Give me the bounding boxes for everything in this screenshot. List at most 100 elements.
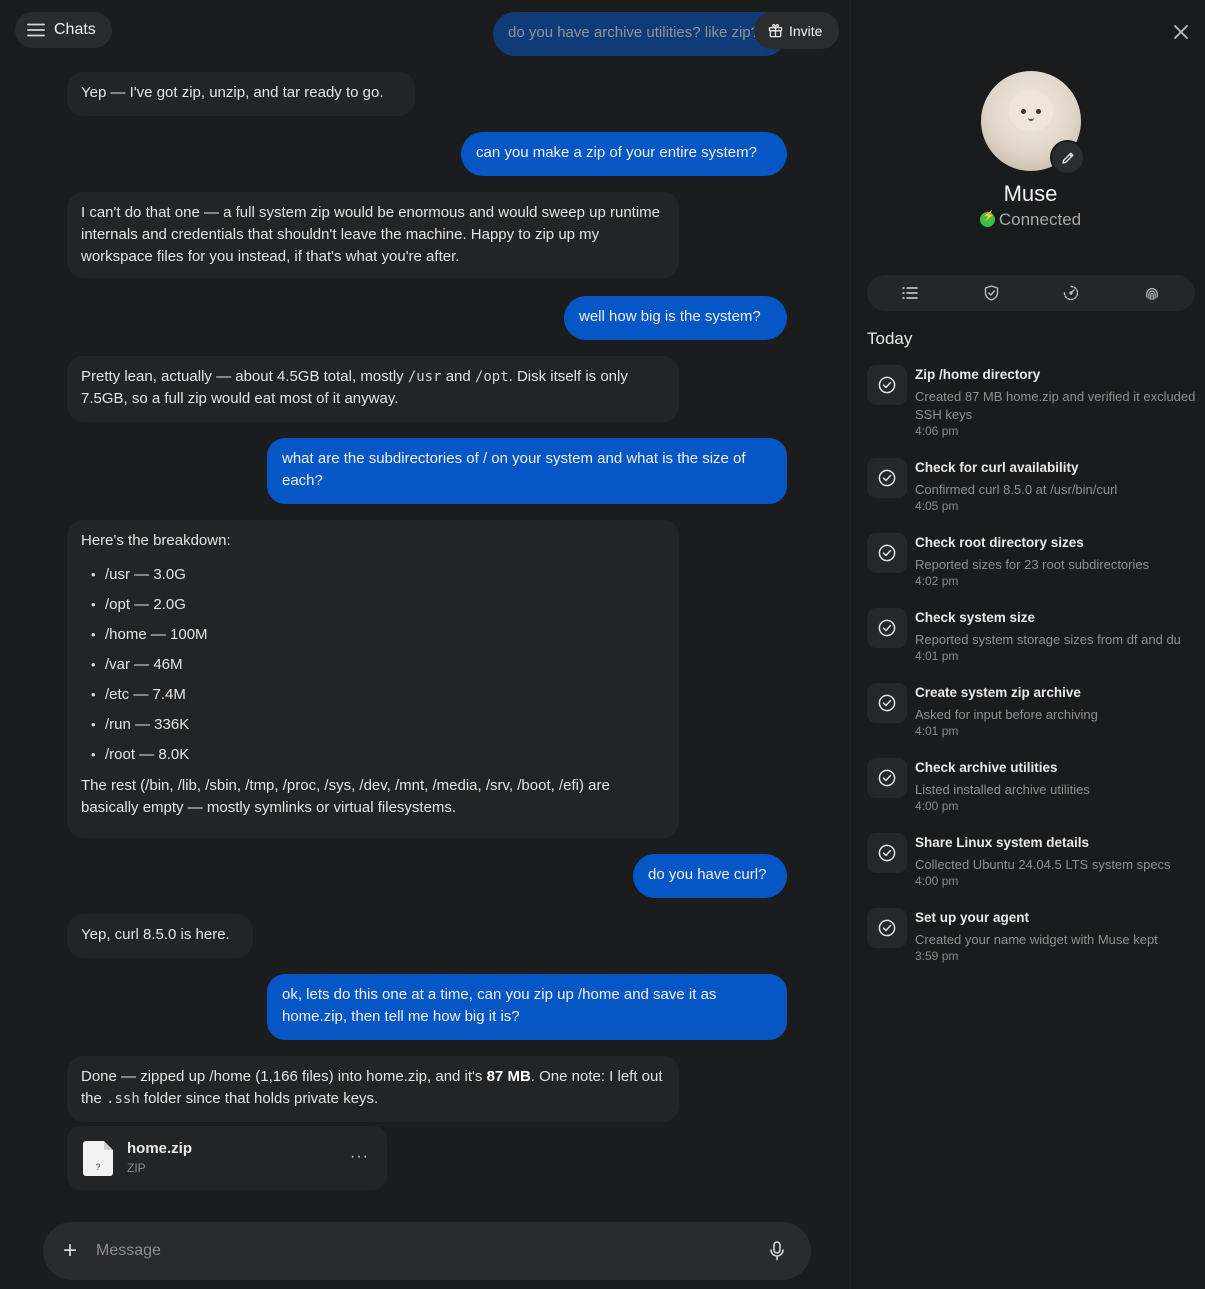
activity-item[interactable]: Set up your agent Created your name widge… bbox=[867, 908, 1203, 978]
assistant-message: Pretty lean, actually — about 4.5GB tota… bbox=[67, 356, 679, 422]
file-type: ZIP bbox=[127, 1161, 146, 1175]
activity-time: 3:59 pm bbox=[915, 949, 959, 963]
avatar-eye bbox=[1036, 109, 1041, 114]
activity-item[interactable]: Zip /home directory Created 87 MB home.zi… bbox=[867, 365, 1203, 438]
message-text: Pretty lean, actually — about 4.5GB tota… bbox=[81, 368, 408, 385]
activity-time: 4:02 pm bbox=[915, 574, 959, 588]
agent-name: Muse bbox=[1003, 181, 1058, 206]
user-message: do you have curl? bbox=[633, 854, 787, 898]
activity-subtitle: Collected Ubuntu 24.04.5 LTS system spec… bbox=[915, 857, 1171, 872]
list-icon bbox=[902, 287, 918, 299]
activity-title: Check root directory sizes bbox=[915, 535, 1084, 550]
edit-avatar-button[interactable] bbox=[1050, 140, 1085, 175]
tab-activity[interactable] bbox=[901, 284, 919, 302]
chats-menu-button[interactable]: Chats bbox=[15, 12, 112, 48]
list-item: /home — 100M bbox=[81, 620, 665, 650]
section-title: Today bbox=[867, 329, 913, 348]
check-circle-icon bbox=[867, 458, 907, 498]
file-icon: ? bbox=[83, 1141, 113, 1176]
size-list: /usr — 3.0G /opt — 2.0G /home — 100M /va… bbox=[81, 560, 665, 770]
inline-code: .ssh bbox=[106, 1091, 140, 1107]
activity-title: Zip /home directory bbox=[915, 367, 1041, 382]
activity-subtitle: Created 87 MB home.zip and verified it e… bbox=[915, 389, 1196, 422]
activity-subtitle: Created your name widget with Muse kept bbox=[915, 932, 1158, 947]
menu-icon bbox=[27, 23, 45, 37]
fingerprint-icon bbox=[1146, 287, 1158, 301]
assistant-message: Here's the breakdown: /usr — 3.0G /opt —… bbox=[67, 520, 679, 838]
assistant-message: I can't do that one — a full system zip … bbox=[67, 192, 679, 278]
activity-time: 4:00 pm bbox=[915, 874, 959, 888]
message-intro: Here's the breakdown: bbox=[81, 532, 231, 549]
user-message: ok, lets do this one at a time, can you … bbox=[267, 974, 787, 1040]
list-item: /root — 8.0K bbox=[81, 740, 665, 770]
invite-label: Invite bbox=[789, 22, 823, 39]
activity-subtitle: Reported system storage sizes from df an… bbox=[915, 632, 1181, 647]
user-message: can you make a zip of your entire system… bbox=[461, 132, 787, 176]
activity-time: 4:01 pm bbox=[915, 649, 959, 663]
list-item: /etc — 7.4M bbox=[81, 680, 665, 710]
tab-identity[interactable] bbox=[1143, 284, 1161, 302]
chats-label: Chats bbox=[54, 21, 96, 38]
close-icon[interactable] bbox=[1171, 22, 1191, 42]
activity-item[interactable]: Share Linux system details Collected Ubun… bbox=[867, 833, 1203, 903]
user-message: what are the subdirectories of / on your… bbox=[267, 438, 787, 504]
assistant-message: Done — zipped up /home (1,166 files) int… bbox=[67, 1056, 679, 1122]
pencil-icon bbox=[1061, 152, 1073, 164]
agent-panel: Muse Connected Today Zip /home directory… bbox=[851, 0, 1205, 1289]
user-message: well how big is the system? bbox=[564, 296, 787, 340]
activity-item[interactable]: Create system zip archive Asked for input… bbox=[867, 683, 1203, 753]
status-label: Connected bbox=[998, 210, 1082, 229]
list-item: /var — 46M bbox=[81, 650, 665, 680]
avatar-face bbox=[1009, 91, 1053, 131]
microphone-icon[interactable] bbox=[769, 1241, 785, 1261]
activity-time: 4:05 pm bbox=[915, 499, 959, 513]
activity-title: Check system size bbox=[915, 610, 1036, 625]
activity-subtitle: Listed installed archive utilities bbox=[915, 782, 1090, 797]
activity-title: Check for curl availability bbox=[915, 460, 1079, 475]
activity-item[interactable]: Check system size Reported system storage… bbox=[867, 608, 1203, 678]
check-circle-icon bbox=[867, 908, 907, 948]
invite-button[interactable]: Invite bbox=[754, 12, 839, 49]
connected-icon bbox=[979, 211, 995, 227]
list-item: /opt — 2.0G bbox=[81, 590, 665, 620]
check-circle-icon bbox=[867, 833, 907, 873]
activity-item[interactable]: Check archive utilities Listed installed … bbox=[867, 758, 1203, 828]
check-circle-icon bbox=[867, 365, 907, 405]
tab-security[interactable] bbox=[982, 284, 1000, 302]
add-attachment-button[interactable]: + bbox=[63, 1237, 77, 1265]
message-input[interactable] bbox=[96, 1236, 736, 1266]
connection-status: Connected bbox=[851, 210, 1205, 230]
file-name: home.zip bbox=[127, 1140, 193, 1157]
activity-title: Set up your agent bbox=[915, 910, 1030, 925]
message-composer: + bbox=[43, 1222, 811, 1280]
assistant-message: Yep, curl 8.5.0 is here. bbox=[67, 914, 253, 958]
activity-title: Create system zip archive bbox=[915, 685, 1081, 700]
check-circle-icon bbox=[867, 683, 907, 723]
gauge-icon bbox=[1063, 285, 1079, 301]
message-text: and bbox=[441, 368, 475, 385]
list-item: /run — 336K bbox=[81, 710, 665, 740]
more-options-icon[interactable]: ··· bbox=[350, 1148, 369, 1166]
inline-code: /opt bbox=[474, 369, 509, 385]
message-outro: The rest (/bin, /lib, /sbin, /tmp, /proc… bbox=[81, 777, 610, 816]
activity-time: 4:00 pm bbox=[915, 799, 959, 813]
activity-subtitle: Asked for input before archiving bbox=[915, 707, 1098, 722]
activity-item[interactable]: Check root directory sizes Reported sizes… bbox=[867, 533, 1203, 603]
assistant-message: Yep — I've got zip, unzip, and tar ready… bbox=[67, 72, 415, 116]
check-circle-icon bbox=[867, 758, 907, 798]
check-circle-icon bbox=[867, 533, 907, 573]
activity-title: Check archive utilities bbox=[915, 760, 1058, 775]
tab-usage[interactable] bbox=[1062, 284, 1080, 302]
message-text: folder since that holds private keys. bbox=[139, 1090, 379, 1107]
message-emphasis: 87 MB bbox=[486, 1068, 531, 1085]
message-text: Done — zipped up /home (1,166 files) int… bbox=[81, 1068, 487, 1085]
list-item: /usr — 3.0G bbox=[81, 560, 665, 590]
activity-subtitle: Confirmed curl 8.5.0 at /usr/bin/curl bbox=[915, 482, 1118, 497]
activity-title: Share Linux system details bbox=[915, 835, 1090, 850]
shield-check-icon bbox=[984, 285, 998, 301]
panel-tabs bbox=[867, 275, 1195, 311]
chat-pane: do you have archive utilities? like zip?… bbox=[0, 0, 851, 1289]
activity-item[interactable]: Check for curl availability Confirmed cur… bbox=[867, 458, 1203, 528]
check-circle-icon bbox=[867, 608, 907, 648]
file-attachment[interactable]: ? home.zip ZIP ··· bbox=[67, 1126, 387, 1190]
